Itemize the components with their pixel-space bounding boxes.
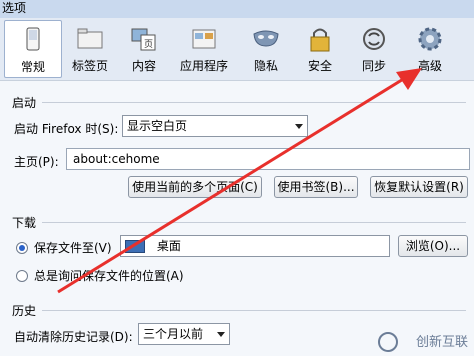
watermark-logo-icon xyxy=(378,332,398,352)
watermark-text: 创新互联 xyxy=(415,335,468,350)
annotation-arrow xyxy=(57,68,422,294)
